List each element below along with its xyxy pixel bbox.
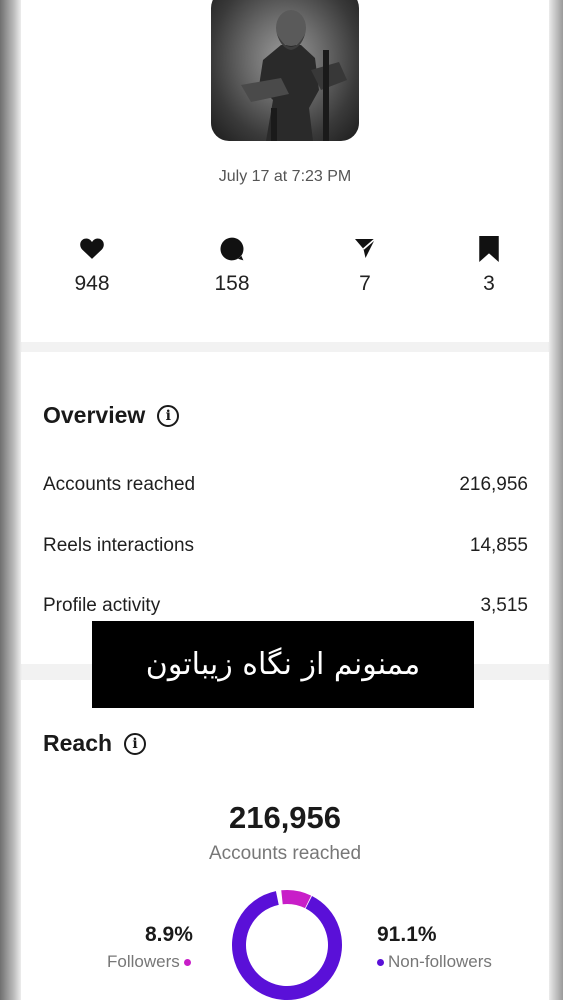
followers-legend: Followers xyxy=(107,952,191,972)
post-card: July 17 at 7:23 PM 948 158 7 3 xyxy=(21,0,549,342)
bookmark-icon xyxy=(479,236,499,262)
heart-icon xyxy=(80,238,104,259)
post-thumbnail[interactable] xyxy=(211,0,359,141)
likes-stat[interactable]: 948 xyxy=(52,236,132,296)
nonfollowers-legend: Non-followers xyxy=(377,952,492,972)
overview-section: Overview i Accounts reached 216,956 Reel… xyxy=(21,352,549,664)
info-icon[interactable]: i xyxy=(124,732,147,755)
reach-total: 216,956 xyxy=(228,800,342,835)
nonfollowers-legend-dot xyxy=(377,958,384,966)
nonfollowers-percent: 91.1% xyxy=(377,923,437,946)
saves-count: 3 xyxy=(483,272,495,295)
row-value: 14,855 xyxy=(469,535,528,556)
nonfollowers-label: Non-followers xyxy=(388,952,492,971)
overview-heading: Overview i xyxy=(43,402,180,429)
person-photo xyxy=(241,10,347,141)
share-icon xyxy=(355,238,376,258)
post-timestamp: July 17 at 7:23 PM xyxy=(218,168,352,185)
shares-count: 7 xyxy=(359,272,371,295)
reach-donut-chart xyxy=(232,890,342,1000)
row-value: 3,515 xyxy=(480,595,528,616)
reach-section: Reach i 216,956 Accounts reached 8.9% Fo… xyxy=(21,680,549,1000)
row-label: Profile activity xyxy=(43,595,161,616)
info-icon[interactable]: i xyxy=(157,404,180,427)
comment-icon xyxy=(220,237,244,261)
saves-stat[interactable]: 3 xyxy=(449,236,529,296)
comments-stat[interactable]: 158 xyxy=(192,236,272,296)
likes-count: 948 xyxy=(74,272,110,295)
row-label: Reels interactions xyxy=(43,535,195,556)
caption-overlay: ممنونم از نگاه زیباتون xyxy=(92,621,474,708)
reach-title: Reach xyxy=(43,730,113,756)
reach-heading: Reach i xyxy=(43,730,147,757)
overview-row-accounts-reached[interactable]: Accounts reached 216,956 xyxy=(43,474,528,496)
reach-total-label: Accounts reached xyxy=(208,843,362,864)
row-value: 216,956 xyxy=(459,474,528,495)
comments-count: 158 xyxy=(214,272,250,295)
followers-legend-dot xyxy=(183,958,191,966)
followers-label: Followers xyxy=(107,952,180,971)
row-label: Accounts reached xyxy=(43,474,196,495)
shares-stat[interactable]: 7 xyxy=(325,236,405,296)
overview-row-reels-interactions[interactable]: Reels interactions 14,855 xyxy=(43,535,528,557)
overview-row-profile-activity[interactable]: Profile activity 3,515 xyxy=(43,595,528,617)
followers-percent: 8.9% xyxy=(145,923,193,946)
overview-title: Overview xyxy=(43,402,146,428)
